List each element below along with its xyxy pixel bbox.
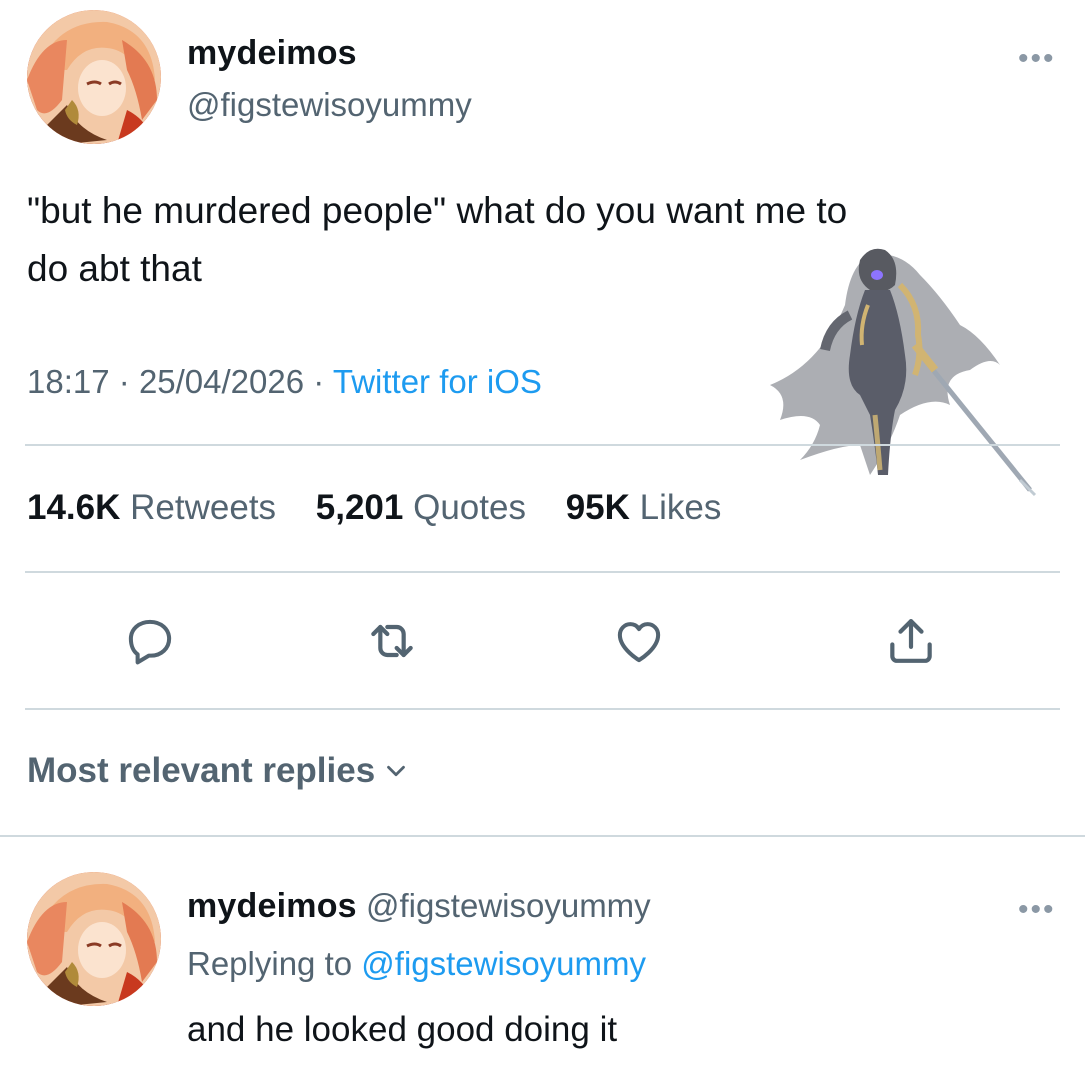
retweets-stat[interactable]: 14.6K Retweets [27,488,286,527]
divider [25,708,1060,710]
reply-button[interactable] [120,611,180,671]
reply-icon [128,619,172,665]
tweet-date[interactable]: 25/04/2026 [139,363,304,400]
tweet-meta: 18:17 · 25/04/2026 · Twitter for iOS [27,363,542,401]
quotes-count: 5,201 [315,488,404,527]
chevron-down-icon [387,765,406,777]
reply-author-name[interactable]: mydeimos [187,887,357,925]
tweet-text-line-1: "but he murdered people" what do you wan… [27,190,848,231]
author-handle[interactable]: @figstewisoyummy [187,86,472,124]
meta-separator: · [313,363,325,400]
avatar-image [27,872,161,1006]
retweet-button[interactable] [362,611,422,671]
more-horizontal-icon[interactable]: ••• [1018,44,1056,74]
likes-count: 95K [565,488,630,527]
share-icon [890,619,932,663]
likes-stat[interactable]: 95K Likes [566,488,722,527]
divider [0,835,1085,837]
replying-to-mention[interactable]: @figstewisoyummy [361,945,646,982]
tweet-time[interactable]: 18:17 [27,363,110,400]
retweet-icon [371,624,413,658]
retweets-count: 14.6K [27,488,121,527]
reply-text: and he looked good doing it [187,1010,618,1049]
heart-icon [617,622,661,663]
avatar-image [27,10,161,144]
replying-to: Replying to @figstewisoyummy [187,945,646,983]
quotes-label: Quotes [413,488,526,527]
tweet-stats: 14.6K Retweets 5,201 Quotes 95K Likes [27,488,751,528]
likes-label: Likes [639,488,722,527]
divider [25,571,1060,573]
author-name[interactable]: mydeimos [187,34,357,73]
replying-to-label: Replying to [187,945,353,982]
quotes-stat[interactable]: 5,201 Quotes [316,488,536,527]
share-button[interactable] [881,611,941,671]
tweet-source[interactable]: Twitter for iOS [333,363,542,400]
reply-author-handle[interactable]: @figstewisoyummy [366,887,651,924]
author-avatar[interactable] [27,10,161,144]
meta-separator: · [118,363,130,400]
replies-sort-label: Most relevant replies [27,751,376,790]
replies-sort-toggle[interactable]: Most relevant replies [27,751,411,791]
like-button[interactable] [609,611,669,671]
retweets-label: Retweets [130,488,277,527]
character-figure-image [770,248,1037,497]
reply-more-icon[interactable]: ••• [1018,895,1056,925]
reply-header: mydeimos @figstewisoyummy [187,887,651,926]
divider [25,444,1060,446]
reply-author-avatar[interactable] [27,872,161,1006]
